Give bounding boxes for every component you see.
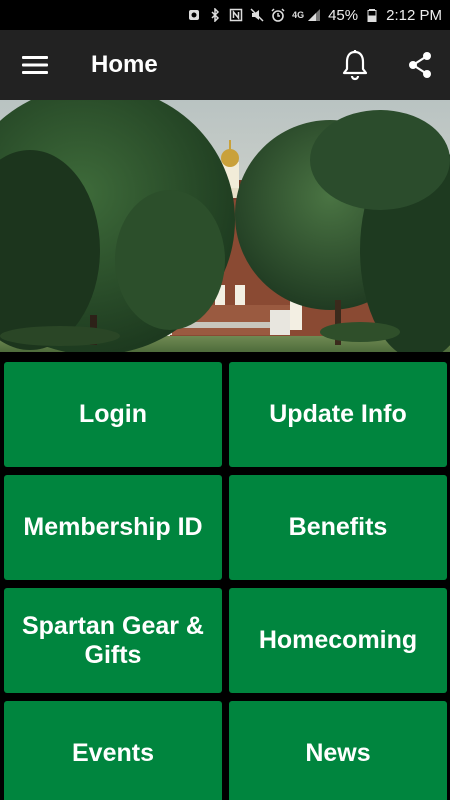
share-button[interactable] (402, 48, 438, 82)
bell-icon (342, 50, 368, 81)
spartan-gear-gifts-tile[interactable]: Spartan Gear & Gifts (4, 588, 222, 693)
battery-icon (365, 8, 379, 22)
notifications-button[interactable] (337, 48, 373, 82)
alarm-icon (271, 8, 285, 22)
events-tile[interactable]: Events (4, 701, 222, 800)
news-tile[interactable]: News (229, 701, 447, 800)
status-bar: 4G 45% 2:12 PM (0, 0, 450, 30)
app-bar: Home (0, 30, 450, 100)
mute-icon (250, 8, 264, 22)
clock-time: 2:12 PM (386, 6, 442, 24)
notification-app-icon (187, 8, 201, 22)
benefits-tile[interactable]: Benefits (229, 475, 447, 580)
signal-icon (307, 8, 321, 22)
membership-id-tile[interactable]: Membership ID (4, 475, 222, 580)
share-icon (409, 52, 431, 78)
menu-grid: Login Update Info Membership ID Benefits… (0, 352, 450, 800)
login-tile[interactable]: Login (4, 362, 222, 467)
homecoming-tile[interactable]: Homecoming (229, 588, 447, 693)
nfc-icon (229, 8, 243, 22)
page-title: Home (91, 51, 158, 78)
battery-percent: 45% (328, 6, 359, 24)
menu-button[interactable] (18, 52, 52, 78)
hero-image (0, 100, 450, 352)
network-type: 4G (292, 10, 305, 20)
update-info-tile[interactable]: Update Info (229, 362, 447, 467)
bluetooth-icon (208, 8, 222, 22)
hamburger-menu-icon (22, 56, 48, 74)
